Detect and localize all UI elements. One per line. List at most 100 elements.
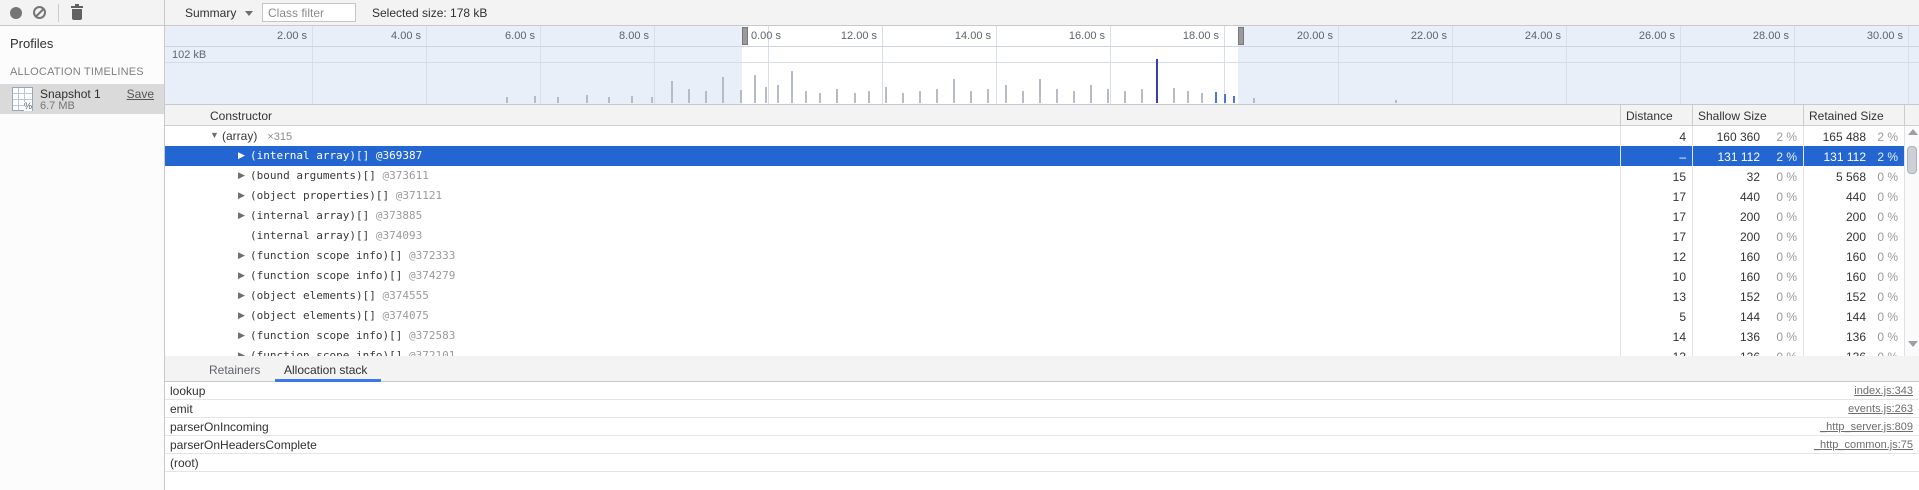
selection-handle-right[interactable] <box>1238 27 1244 45</box>
retained-size-value: 160 <box>1846 270 1866 284</box>
shallow-size-value: 440 <box>1740 190 1760 204</box>
stack-frame-row[interactable]: emitevents.js:263 <box>165 400 1919 418</box>
snapshot-title[interactable]: Snapshot 1 <box>40 87 101 101</box>
table-row[interactable]: ▶(object properties)[] @371121174400 %44… <box>165 186 1904 206</box>
retained-size-percent: 0 % <box>1877 330 1898 344</box>
scroll-down-icon[interactable] <box>1908 341 1918 347</box>
table-row[interactable]: ▶(internal array)[] @373885172000 %2000 … <box>165 206 1904 226</box>
allocation-bar <box>1253 98 1255 103</box>
time-label: 6.00 s <box>480 30 535 42</box>
stack-frame-link[interactable]: events.js:263 <box>1848 403 1913 415</box>
selected-size-label: Selected size: 178 kB <box>372 6 487 20</box>
column-header-constructor[interactable]: Constructor <box>210 109 272 123</box>
constructor-name: (function scope info)[] @372583 <box>250 329 455 342</box>
table-row[interactable]: ▶(function scope info)[] @372101131360 %… <box>165 346 1904 356</box>
stack-frame-row[interactable]: parserOnIncoming_http_server.js:809 <box>165 418 1919 436</box>
shallow-size-percent: 2 % <box>1776 130 1797 144</box>
constructor-name: (internal array)[] @374093 <box>250 229 422 242</box>
stack-frame-row[interactable]: parserOnHeadersComplete_http_common.js:7… <box>165 436 1919 454</box>
stack-frame-link[interactable]: _http_server.js:809 <box>1820 421 1913 433</box>
stack-frame-link[interactable]: index.js:343 <box>1854 385 1913 397</box>
stack-frame-function: (root) <box>170 456 199 470</box>
table-row[interactable]: (internal array)[] @374093172000 %2000 % <box>165 226 1904 246</box>
sidebar-item-snapshot-1[interactable]: % Snapshot 1 Save 6.7 MB <box>0 84 164 114</box>
retained-size-value: 160 <box>1846 250 1866 264</box>
collapsed-arrow-icon[interactable]: ▶ <box>238 290 245 301</box>
column-header-retained-size[interactable]: Retained Size <box>1809 109 1884 123</box>
selection-handle-left[interactable] <box>742 27 748 45</box>
shallow-size-percent: 0 % <box>1776 290 1797 304</box>
class-filter-input[interactable] <box>262 3 356 22</box>
save-link[interactable]: Save <box>127 87 154 101</box>
perspective-selected-value: Summary <box>185 6 236 20</box>
shallow-size-value: 32 <box>1747 170 1760 184</box>
collapsed-arrow-icon[interactable]: ▶ <box>238 330 245 341</box>
stack-frame-row[interactable]: lookupindex.js:343 <box>165 382 1919 400</box>
column-divider <box>1620 105 1621 126</box>
record-icon[interactable] <box>10 7 22 19</box>
scrollbar-thumb[interactable] <box>1907 146 1917 174</box>
collapsed-arrow-icon[interactable]: ▶ <box>238 310 245 321</box>
stack-frame-link[interactable]: _http_common.js:75 <box>1814 439 1913 451</box>
gridline <box>1338 26 1339 105</box>
shallow-size-percent: 2 % <box>1776 150 1797 164</box>
retained-size-percent: 0 % <box>1877 290 1898 304</box>
time-label: 2.00 s <box>252 30 307 42</box>
allocation-bar <box>1224 94 1226 103</box>
sidebar-title: Profiles <box>10 36 53 51</box>
time-label: 16.00 s <box>1050 30 1105 42</box>
allocation-timeline-overview[interactable]: 2.00 s4.00 s6.00 s8.00 s0.00 s12.00 s14.… <box>165 26 1919 105</box>
expanded-arrow-icon[interactable]: ▼ <box>210 130 219 140</box>
collapsed-arrow-icon[interactable]: ▶ <box>238 150 245 161</box>
collapsed-arrow-icon[interactable]: ▶ <box>238 250 245 261</box>
allocation-bar <box>1005 85 1007 103</box>
shallow-size-percent: 0 % <box>1776 210 1797 224</box>
allocation-bar <box>1124 91 1126 103</box>
distance-value: 12 <box>1673 250 1686 264</box>
shallow-size-value: 136 <box>1740 330 1760 344</box>
stack-frame-row[interactable]: (root) <box>165 454 1919 472</box>
column-header-distance[interactable]: Distance <box>1626 109 1673 123</box>
vertical-scrollbar[interactable] <box>1904 126 1919 356</box>
object-id: @371121 <box>396 189 442 202</box>
scroll-up-icon[interactable] <box>1908 129 1918 135</box>
distance-value: 4 <box>1679 130 1686 144</box>
table-row[interactable]: ▶(function scope info)[] @372583141360 %… <box>165 326 1904 346</box>
column-header-shallow-size[interactable]: Shallow Size <box>1698 109 1767 123</box>
distance-value: 17 <box>1673 210 1686 224</box>
table-row[interactable]: ▶(object elements)[] @374555131520 %1520… <box>165 286 1904 306</box>
retained-size-percent: 0 % <box>1877 170 1898 184</box>
retained-size-percent: 0 % <box>1877 210 1898 224</box>
clear-profiles-icon[interactable] <box>33 6 46 19</box>
gridline <box>1452 26 1453 105</box>
allocation-bar <box>919 91 921 103</box>
object-id: @374279 <box>409 269 455 282</box>
shallow-size-percent: 0 % <box>1776 330 1797 344</box>
collapsed-arrow-icon[interactable]: ▶ <box>238 210 245 221</box>
distance-value: 5 <box>1679 310 1686 324</box>
table-row[interactable]: ▼(array)×3154160 3602 %165 4882 % <box>165 126 1904 146</box>
distance-value: 17 <box>1673 230 1686 244</box>
table-row[interactable]: ▶(function scope info)[] @374279101600 %… <box>165 266 1904 286</box>
devtools-memory-panel: Summary Selected size: 178 kB Profiles A… <box>0 0 1919 490</box>
allocation-bar <box>1233 96 1235 103</box>
table-row[interactable]: ▶(bound arguments)[] @37361115320 %5 568… <box>165 166 1904 186</box>
retained-size-value: 200 <box>1846 210 1866 224</box>
heap-table-body: ▼(array)×3154160 3602 %165 4882 %▶(inter… <box>165 126 1904 356</box>
trash-icon[interactable] <box>70 5 84 21</box>
tab-allocation-stack[interactable]: Allocation stack <box>284 363 367 377</box>
collapsed-arrow-icon[interactable]: ▶ <box>238 170 245 181</box>
table-row[interactable]: ▶(internal array)[] @369387–131 1122 %13… <box>165 146 1904 166</box>
object-id: @373611 <box>382 169 428 182</box>
collapsed-arrow-icon[interactable]: ▶ <box>238 190 245 201</box>
allocation-bar <box>586 95 588 103</box>
perspective-select[interactable]: Summary <box>183 0 259 26</box>
allocation-bar <box>740 90 742 103</box>
collapsed-arrow-icon[interactable]: ▶ <box>238 270 245 281</box>
tab-retainers[interactable]: Retainers <box>209 363 260 377</box>
object-id: @372583 <box>409 329 455 342</box>
table-row[interactable]: ▶(object elements)[] @37407551440 %1440 … <box>165 306 1904 326</box>
table-row[interactable]: ▶(function scope info)[] @372333121600 %… <box>165 246 1904 266</box>
allocation-stack-list: lookupindex.js:343emitevents.js:263parse… <box>165 382 1919 490</box>
snapshot-size: 6.7 MB <box>40 100 75 112</box>
